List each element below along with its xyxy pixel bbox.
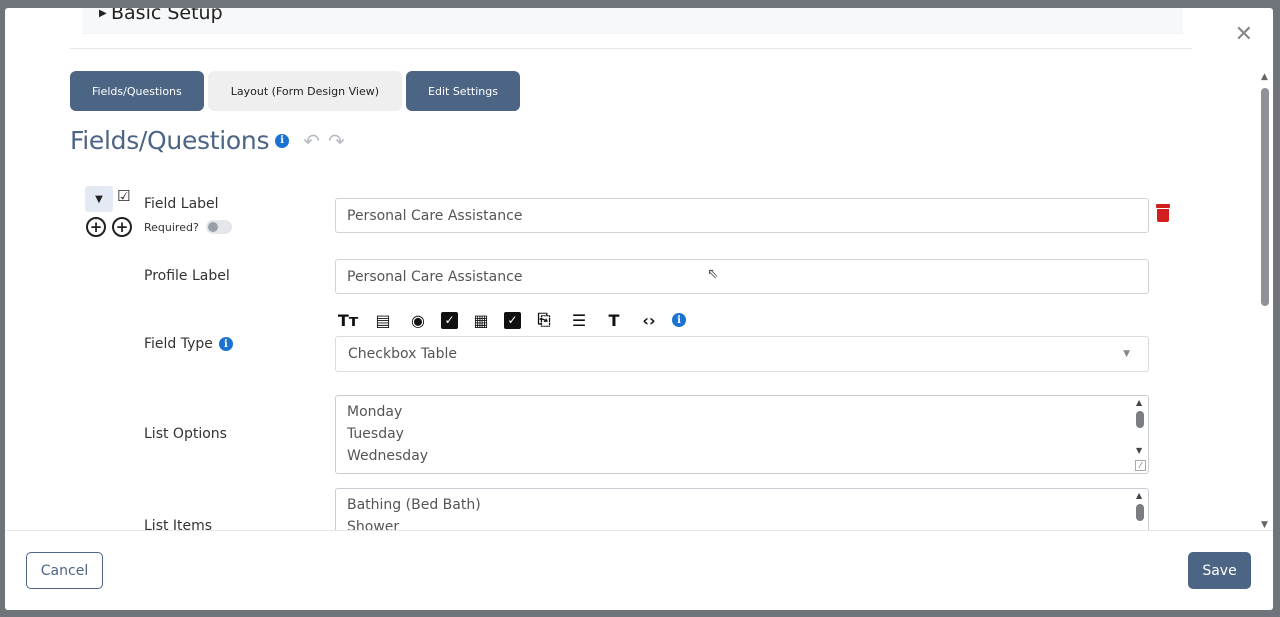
list-items-textarea[interactable]: Bathing (Bed Bath) Shower ▲ (335, 488, 1149, 530)
tab-bar: Fields/Questions Layout (Form Design Vie… (70, 71, 520, 111)
scroll-thumb[interactable] (1136, 411, 1144, 428)
chevron-down-icon: ▼ (1123, 349, 1130, 359)
section-title: Basic Setup (111, 8, 223, 24)
list-item: Shower (347, 519, 400, 530)
add-field-above-button[interactable]: + (86, 217, 106, 237)
field-type-select[interactable]: Checkbox Table ▼ (335, 336, 1149, 372)
scroll-up-icon[interactable]: ▲ (1136, 491, 1142, 500)
scroll-up-icon[interactable]: ▲ (1136, 398, 1142, 407)
profile-label-label: Profile Label (144, 268, 230, 284)
field-type-label-group: Field Type i (144, 336, 233, 352)
info-icon[interactable]: i (218, 337, 233, 351)
undo-icon[interactable]: ↶ (303, 129, 320, 153)
radio-icon[interactable]: ◉ (406, 310, 430, 330)
text-icon[interactable]: T (602, 310, 626, 330)
document-icon[interactable]: ▤ (371, 310, 395, 330)
save-button[interactable]: Save (1188, 552, 1251, 589)
field-label-input[interactable]: Personal Care Assistance (335, 198, 1149, 233)
section-header-basic-setup[interactable]: ▶ Basic Setup (83, 8, 1183, 34)
list-option: Tuesday (347, 426, 404, 442)
redo-icon[interactable]: ↷ (328, 129, 345, 153)
list-option: Wednesday (347, 448, 429, 464)
scroll-down-icon[interactable]: ▼ (1261, 520, 1268, 530)
list-item: Bathing (Bed Bath) (347, 497, 481, 513)
cancel-button[interactable]: Cancel (26, 552, 103, 589)
code-icon[interactable]: ‹› (637, 310, 661, 330)
info-icon[interactable]: i (275, 133, 290, 148)
tab-layout[interactable]: Layout (Form Design View) (207, 71, 403, 111)
modal-body: ▶ Basic Setup Fields/Questions Layout (F… (5, 8, 1257, 530)
textarea-scrollbar[interactable]: ▲ (1133, 489, 1148, 530)
mouse-pointer-icon: ⇖ (707, 266, 719, 282)
tab-edit-settings[interactable]: Edit Settings (406, 71, 520, 111)
divider (70, 48, 1192, 49)
modal-dialog: ✕ ▶ Basic Setup Fields/Questions Layout … (5, 8, 1273, 610)
add-field-below-button[interactable]: + (112, 217, 132, 237)
delete-field-icon[interactable] (1156, 204, 1172, 224)
resize-grip-icon[interactable]: ⁄ (1135, 460, 1146, 471)
scroll-thumb[interactable] (1136, 504, 1144, 521)
scroll-up-icon[interactable]: ▲ (1261, 72, 1268, 82)
field-type-toolbar: Tт ▤ ◉ ✓ ▦ ✓ ⎘ ☰ T ‹› i (336, 310, 686, 330)
caret-right-icon: ▶ (99, 8, 107, 19)
modal-scrollbar[interactable]: ▲ ▼ (1257, 70, 1273, 530)
required-toggle[interactable] (205, 220, 232, 234)
info-icon[interactable]: i (672, 313, 686, 327)
field-type-label: Field Type (144, 336, 213, 352)
list-items-label: List Items (144, 518, 213, 530)
page-heading: Fields/Questions i ↶ ↷ (70, 126, 345, 155)
list-option: Monday (347, 404, 403, 420)
field-label-label: Field Label (144, 196, 219, 212)
page-title: Fields/Questions (70, 126, 270, 155)
paperclip-icon[interactable]: ⎘ (532, 310, 556, 330)
required-control: Required? (144, 220, 232, 234)
modal-footer: Cancel Save (5, 530, 1273, 610)
collapse-field-button[interactable]: ▼ (85, 186, 113, 212)
scroll-down-icon[interactable]: ▼ (1136, 446, 1142, 455)
text-size-icon[interactable]: Tт (336, 310, 360, 330)
field-type-value: Checkbox Table (348, 346, 458, 362)
scroll-thumb[interactable] (1261, 88, 1269, 306)
checklist-icon[interactable]: ☰ (567, 310, 591, 330)
tab-fields-questions[interactable]: Fields/Questions (70, 71, 204, 111)
checklist-icon[interactable]: ☑ (117, 187, 130, 205)
calendar-icon[interactable]: ▦ (469, 310, 493, 330)
checkbox-icon[interactable]: ✓ (441, 311, 458, 329)
profile-label-input[interactable]: Personal Care Assistance (335, 259, 1149, 294)
checkbox-multi-icon[interactable]: ✓ (504, 311, 521, 329)
list-options-textarea[interactable]: Monday Tuesday Wednesday ▲ ▼ ⁄ (335, 395, 1149, 474)
required-label: Required? (144, 220, 199, 234)
list-options-label: List Options (144, 426, 227, 442)
